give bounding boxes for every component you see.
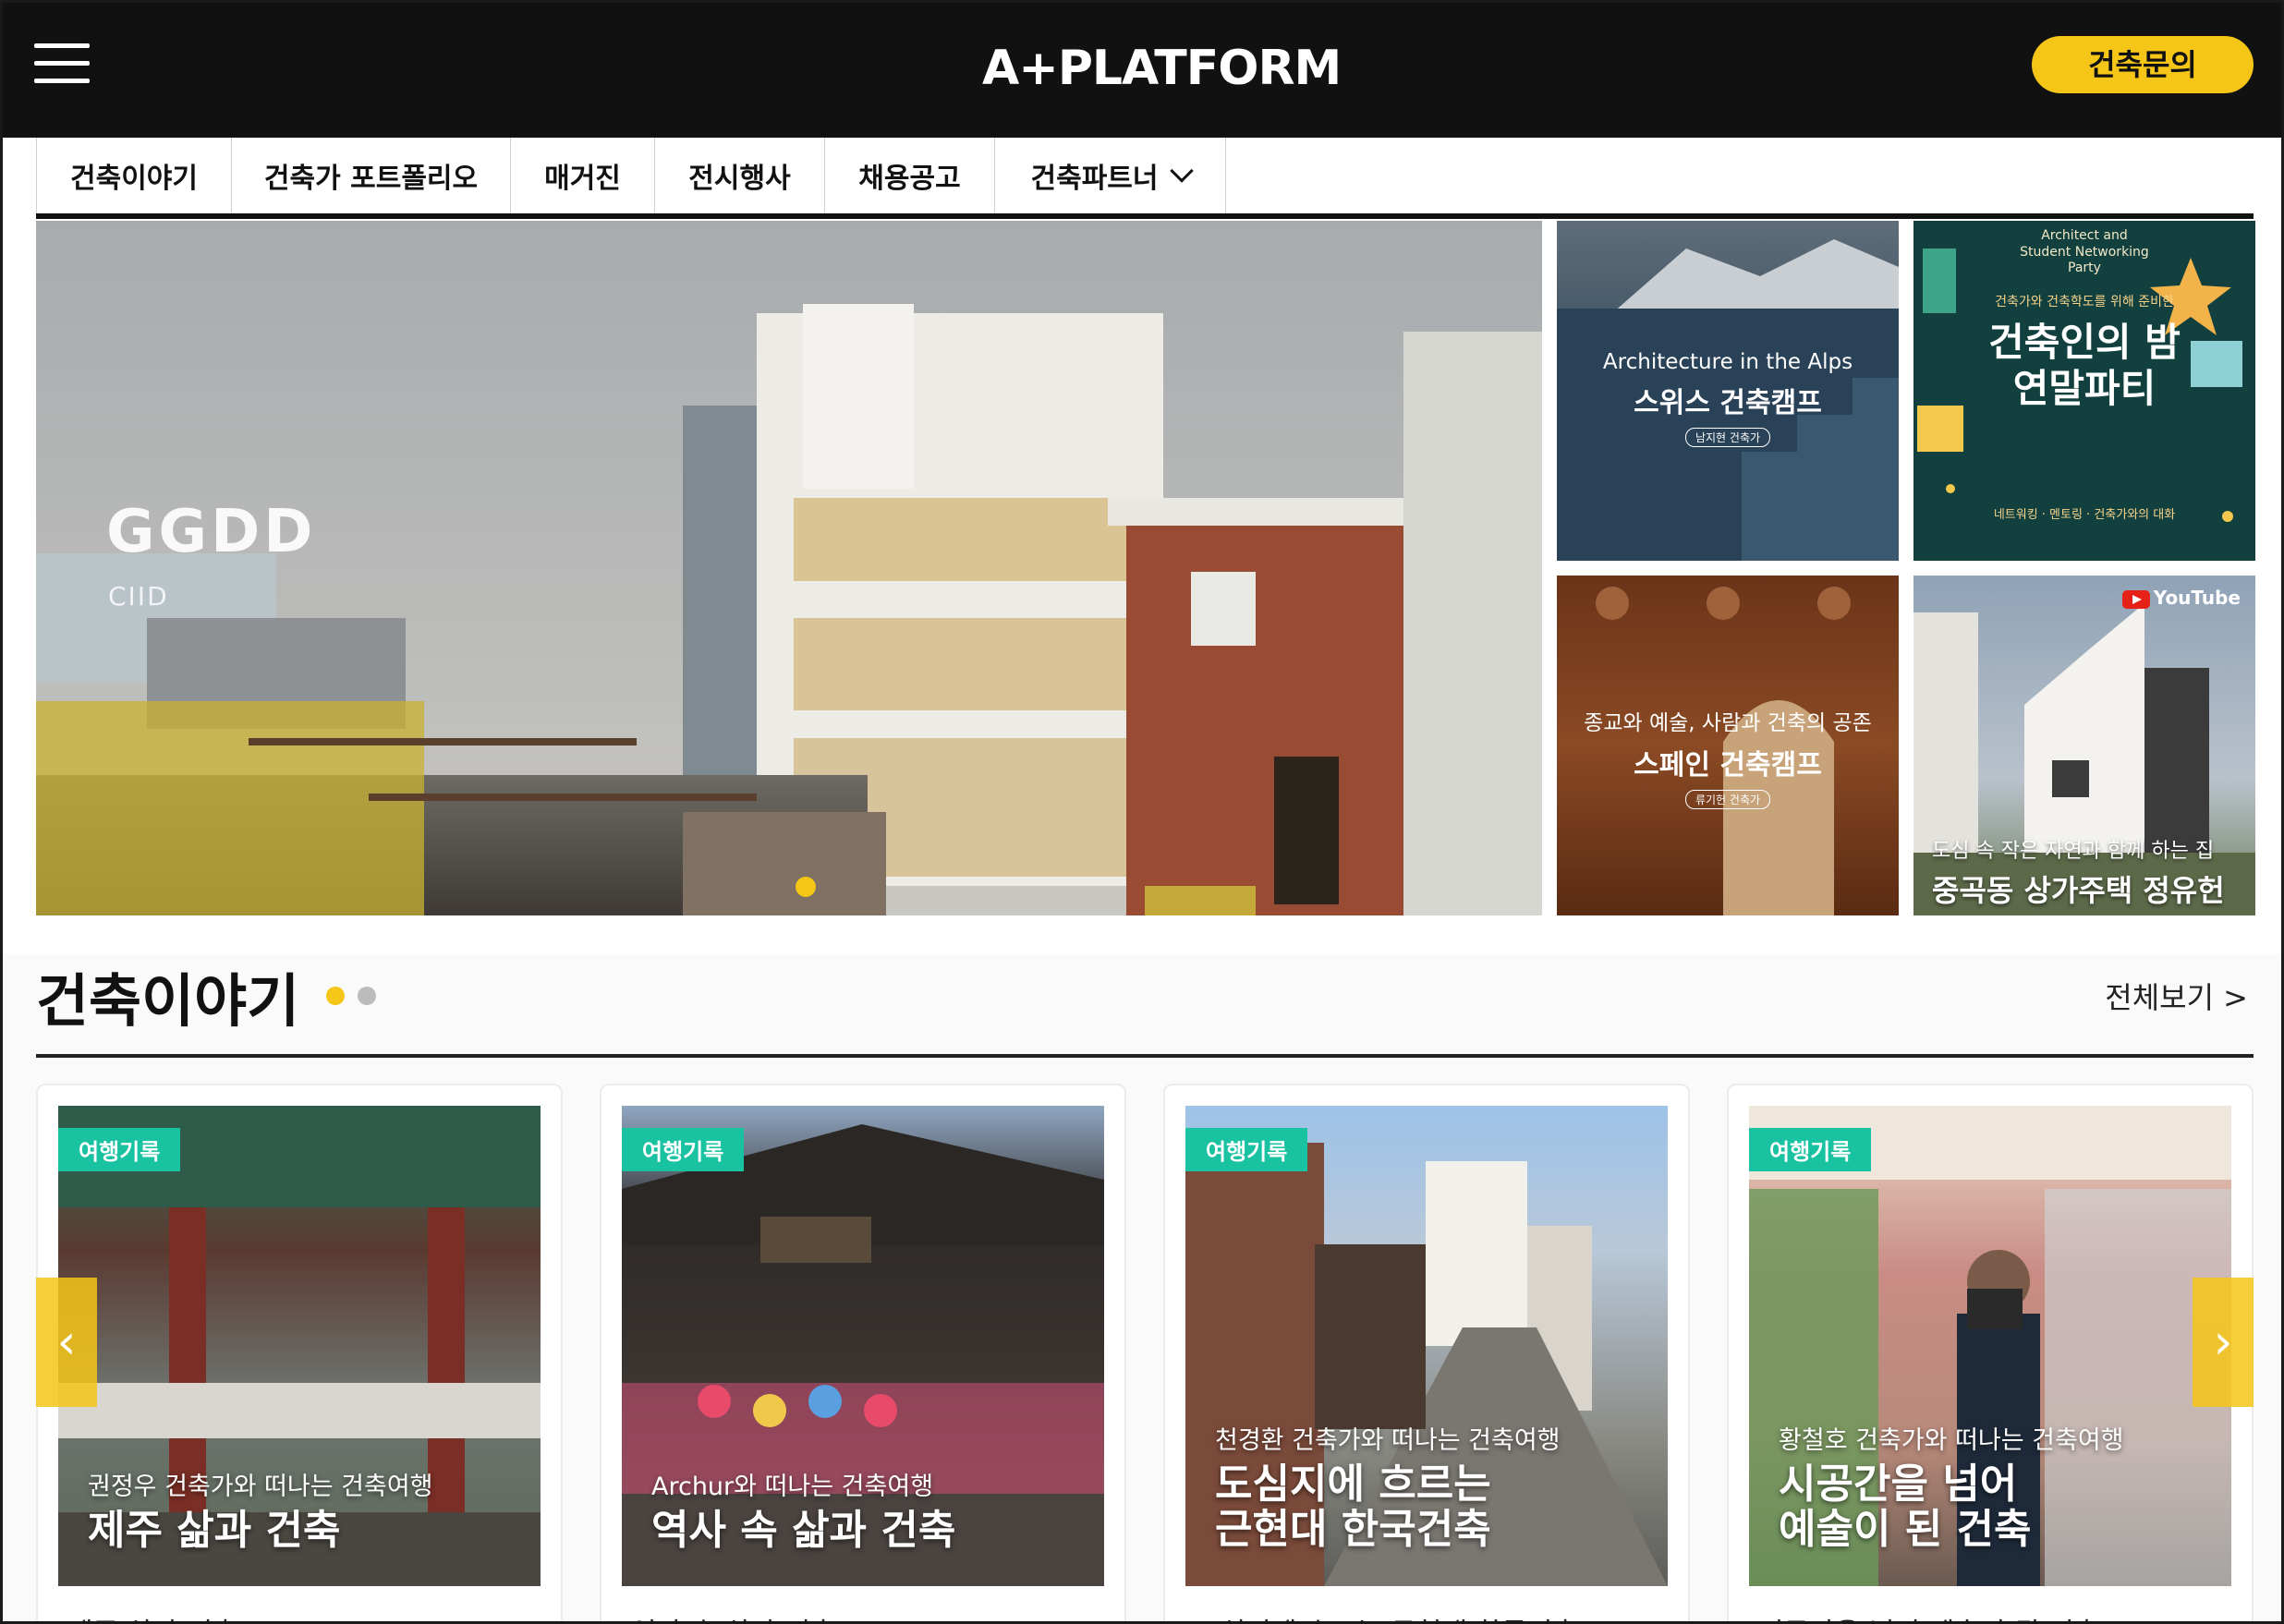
category-badge: 여행기록	[1749, 1128, 1872, 1171]
category-badge: 여행기록	[58, 1128, 181, 1171]
section-page-dot[interactable]	[358, 987, 376, 1005]
carousel-prev-button[interactable]: ‹	[36, 1278, 97, 1407]
story-card[interactable]: 여행기록 천경환 건축가와 떠나는 건축여행 도심지에 흐르는 근현대 한국건축…	[1163, 1084, 1690, 1621]
carousel-next-button[interactable]: ›	[2193, 1278, 2254, 1407]
story-card-image: 여행기록 권정우 건축가와 떠나는 건축여행 제주 삶과 건축	[58, 1106, 541, 1586]
promo-card-youtube-house[interactable]: YouTube 도심 속 작은 자연과 함께 하는 집 중곡동 상가주택 정유헌	[1913, 576, 2255, 915]
chevron-left-icon: ‹	[56, 1315, 77, 1370]
section-page-dot-active[interactable]	[326, 987, 345, 1005]
menu-icon[interactable]	[34, 42, 90, 86]
tab-jobs[interactable]: 채용공고	[825, 138, 995, 213]
hero-image	[36, 221, 1542, 915]
tab-partners[interactable]: 건축파트너	[995, 138, 1226, 213]
promo-card-swiss-camp[interactable]: Architecture in the Alps 스위스 건축캠프 남지현 건축…	[1557, 221, 1899, 561]
top-header: A+PLATFORM 건축문의	[3, 3, 2281, 138]
story-card[interactable]: 여행기록 황철호 건축가와 떠나는 건축여행 시공간을 넘어 예술이 된 건축 …	[1727, 1084, 2254, 1621]
story-card-image: 여행기록 Archur와 떠나는 건축여행 역사 속 삶과 건축	[622, 1106, 1104, 1586]
hero-title: GGDD	[106, 498, 317, 566]
hero-slide[interactable]: GGDD CIID	[36, 221, 1542, 915]
promo-card-spain-camp[interactable]: 종교와 예술, 사람과 건축의 공존 스페인 건축캠프 류기헌 건축가	[1557, 576, 1899, 915]
view-all-link[interactable]: 전체보기 >	[2105, 975, 2248, 1017]
promo-card-year-end-party[interactable]: Architect and Student Networking Party 건…	[1913, 221, 2255, 561]
section-title: 건축이야기	[36, 967, 300, 1035]
story-card-image: 여행기록 황철호 건축가와 떠나는 건축여행 시공간을 넘어 예술이 된 건축	[1749, 1106, 2231, 1586]
page: A+PLATFORM 건축문의 건축이야기 건축가 포트폴리오 매거진 전시행사…	[0, 0, 2284, 1624]
chevron-right-icon: ›	[2213, 1315, 2233, 1370]
category-badge: 여행기록	[622, 1128, 745, 1171]
story-card[interactable]: 여행기록 Archur와 떠나는 건축여행 역사 속 삶과 건축 역사 속 삶과…	[600, 1084, 1126, 1621]
story-card-title: 시공간을 넘어 예술이 된 건축	[1758, 1610, 2099, 1621]
tab-exhibitions[interactable]: 전시행사	[655, 138, 825, 213]
tab-architecture-stories[interactable]: 건축이야기	[36, 138, 232, 213]
inquiry-button[interactable]: 건축문의	[2032, 36, 2254, 93]
story-card-title: 도심지에 흐르는 근현대 한국건축	[1195, 1610, 1578, 1621]
story-card[interactable]: 여행기록 권정우 건축가와 떠나는 건축여행 제주 삶과 건축 제주 삶과 건축	[36, 1084, 563, 1621]
story-card-title: 역사 속 삶과 건축	[631, 1610, 836, 1621]
youtube-icon: YouTube	[2121, 587, 2241, 609]
story-card-title: 제주 삶과 건축	[67, 1610, 238, 1621]
slide-indicator-dot[interactable]	[796, 877, 816, 897]
tab-magazine[interactable]: 매거진	[511, 138, 655, 213]
category-badge: 여행기록	[1185, 1128, 1308, 1171]
site-logo[interactable]: A+PLATFORM	[982, 36, 1342, 101]
chevron-down-icon	[1169, 159, 1194, 183]
hero-subtitle: CIID	[108, 581, 169, 612]
tab-architect-portfolio[interactable]: 건축가 포트폴리오	[232, 138, 511, 213]
story-card-image: 여행기록 천경환 건축가와 떠나는 건축여행 도심지에 흐르는 근현대 한국건축	[1185, 1106, 1668, 1586]
section-divider	[36, 1054, 2254, 1058]
category-nav: 건축이야기 건축가 포트폴리오 매거진 전시행사 채용공고 건축파트너	[36, 138, 2254, 219]
